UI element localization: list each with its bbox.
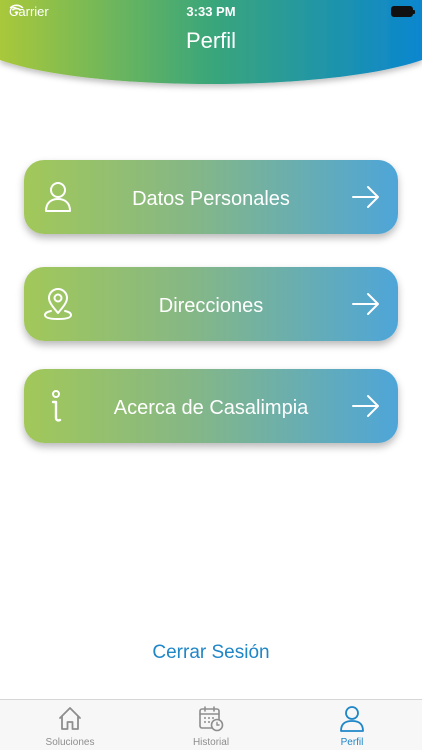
header: Carrier 3:33 PM Perfil <box>0 0 422 110</box>
addresses-label: Direcciones <box>158 295 264 317</box>
arrow-right-icon <box>352 395 379 417</box>
tab-solutions[interactable]: Soluciones <box>0 700 140 750</box>
tab-solutions-label: Soluciones <box>45 737 95 748</box>
personal-data-button[interactable]: Datos Personales <box>24 160 398 234</box>
logout-button[interactable]: Cerrar Sesión <box>0 642 422 664</box>
profile-menu: Datos Personales Direcciones Acerca de C… <box>24 160 398 476</box>
tab-profile-label: Perfil <box>340 737 364 748</box>
tab-history[interactable]: Historial <box>141 700 281 750</box>
home-icon <box>59 707 81 730</box>
arrow-right-icon <box>352 186 379 208</box>
about-label: Acerca de Casalimpia <box>113 397 309 419</box>
arrow-right-icon <box>352 293 379 315</box>
about-button[interactable]: Acerca de Casalimpia <box>24 369 398 443</box>
tab-history-label: Historial <box>192 737 230 748</box>
calendar-clock-icon <box>199 706 224 732</box>
tab-bar: Soluciones Historial Perfil <box>0 699 422 750</box>
battery-icon <box>391 6 415 17</box>
status-time: 3:33 PM <box>186 4 236 19</box>
addresses-button[interactable]: Direcciones <box>24 267 398 341</box>
personal-data-label: Datos Personales <box>132 188 290 210</box>
tab-profile[interactable]: Perfil <box>282 700 422 750</box>
status-bar: Carrier 3:33 PM <box>0 0 422 24</box>
page-title: Perfil <box>185 28 237 53</box>
user-icon <box>340 706 364 732</box>
